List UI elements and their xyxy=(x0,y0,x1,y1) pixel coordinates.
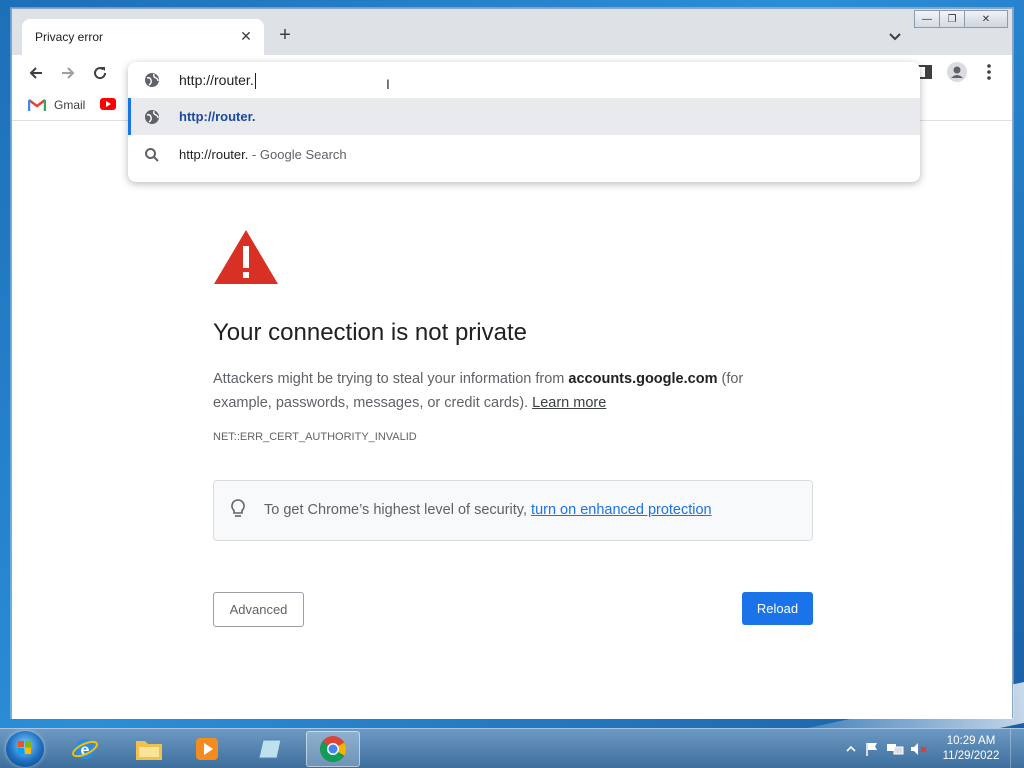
enhanced-protection-link[interactable]: turn on enhanced protection xyxy=(531,502,712,518)
taskbar-media-player[interactable] xyxy=(180,731,234,767)
system-tray: 10:29 AM 11/29/2022 xyxy=(844,729,1024,768)
chrome-icon xyxy=(320,736,347,763)
show-desktop-button[interactable] xyxy=(1010,729,1024,768)
start-button[interactable] xyxy=(6,731,44,767)
taskbar-ie[interactable]: e xyxy=(58,731,112,767)
explanation-text: Attackers might be trying to steal your … xyxy=(213,367,803,415)
suggestion-text: http://router. xyxy=(179,109,256,124)
back-arrow-icon xyxy=(29,67,42,79)
reload-button[interactable]: Reload xyxy=(742,592,813,625)
close-icon[interactable]: ✕ xyxy=(238,28,254,44)
page-title: Your connection is not private xyxy=(213,319,527,346)
enhanced-protection-box: To get Chrome’s highest level of securit… xyxy=(213,480,813,541)
notepad-icon xyxy=(258,739,282,759)
tab-privacy-error[interactable]: Privacy error ✕ xyxy=(22,19,264,55)
media-player-icon xyxy=(196,738,218,760)
window-close-button[interactable]: ✕ xyxy=(964,10,1008,28)
search-icon xyxy=(145,148,159,162)
omnibox-input[interactable]: http://router. I xyxy=(128,62,920,98)
learn-more-link[interactable]: Learn more xyxy=(532,395,606,411)
clock-date: 11/29/2022 xyxy=(942,750,1000,762)
new-tab-button[interactable]: + xyxy=(274,25,296,47)
omnibox-dropdown: http://router. I http://router. http://r… xyxy=(128,62,920,182)
refresh-icon xyxy=(94,67,107,80)
action-center-flag-icon[interactable] xyxy=(864,741,880,757)
kebab-menu-icon[interactable] xyxy=(978,61,1000,83)
window-controls: — ❐ ✕ xyxy=(914,10,1008,28)
tab-title: Privacy error xyxy=(35,30,104,44)
minimize-button[interactable]: — xyxy=(914,10,940,28)
gmail-icon xyxy=(28,99,46,111)
omnibox-text: http://router. xyxy=(179,72,254,88)
windows-logo-icon xyxy=(18,741,31,754)
toolbar-right xyxy=(914,61,1000,83)
forward-button[interactable] xyxy=(56,61,80,85)
ibeam-cursor-icon: I xyxy=(386,76,390,92)
volume-muted-icon[interactable] xyxy=(910,741,928,757)
network-icon[interactable] xyxy=(886,741,904,757)
taskbar: e 10:29 AM 11/29/2022 xyxy=(0,728,1024,768)
reload-toolbar-button[interactable] xyxy=(88,61,112,85)
selection-indicator xyxy=(128,98,131,135)
chevron-down-icon xyxy=(889,33,901,41)
bookmark-label: Gmail xyxy=(54,98,86,112)
tab-search-button[interactable] xyxy=(886,27,904,45)
back-button[interactable] xyxy=(24,61,48,85)
lightbulb-icon xyxy=(231,499,245,517)
suggestion-text: http://router. xyxy=(179,147,249,162)
youtube-icon xyxy=(100,98,116,110)
omnibox-suggestion[interactable]: http://router. - Google Search xyxy=(128,136,920,173)
error-code: NET::ERR_CERT_AUTHORITY_INVALID xyxy=(213,431,417,443)
clock[interactable]: 10:29 AM 11/29/2022 xyxy=(936,734,1006,764)
omnibox-suggestion[interactable]: http://router. xyxy=(128,98,920,135)
show-hidden-icons-icon[interactable] xyxy=(844,742,858,756)
explanation-host: accounts.google.com xyxy=(568,371,718,387)
clock-time: 10:29 AM xyxy=(946,735,996,747)
taskbar-chrome[interactable] xyxy=(306,731,360,767)
globe-icon xyxy=(145,73,159,87)
text-caret xyxy=(254,73,256,90)
suggestion-suffix: - Google Search xyxy=(248,147,347,162)
bookmark-youtube[interactable] xyxy=(100,98,116,110)
explanation-pre: Attackers might be trying to steal your … xyxy=(213,371,569,387)
taskbar-notepad[interactable] xyxy=(244,731,298,767)
advanced-button[interactable]: Advanced xyxy=(213,592,304,627)
enhanced-text: To get Chrome’s highest level of securit… xyxy=(264,502,532,518)
browser-window: Privacy error ✕ + — ❐ ✕ Gmail http://rou… xyxy=(11,8,1013,719)
interstitial-page: Your connection is not private Attackers… xyxy=(12,122,1012,719)
internet-explorer-icon: e xyxy=(72,739,98,759)
warning-triangle-icon xyxy=(214,230,278,284)
taskbar-explorer[interactable] xyxy=(122,731,176,767)
tab-strip: Privacy error ✕ + — ❐ ✕ xyxy=(12,9,1012,55)
profile-avatar-icon[interactable] xyxy=(946,61,968,83)
bookmark-gmail[interactable]: Gmail xyxy=(28,98,85,112)
forward-arrow-icon xyxy=(62,67,75,79)
maximize-button[interactable]: ❐ xyxy=(939,10,965,28)
globe-icon xyxy=(145,110,159,124)
folder-icon xyxy=(136,741,162,760)
